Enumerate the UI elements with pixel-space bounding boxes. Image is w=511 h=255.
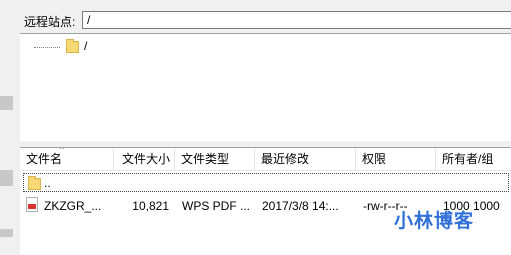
column-header-permissions[interactable]: 权限 (356, 148, 436, 170)
remote-directory-tree: / (20, 33, 511, 142)
scrollbar-thumb[interactable] (0, 229, 13, 237)
left-pane-scrollbar[interactable] (0, 0, 14, 255)
remote-file-list: ^ 文件名 文件大小 文件类型 最近修改 权限 所有者/组 .. ZKZGR_.… (20, 147, 511, 255)
column-header-size[interactable]: 文件大小 (114, 148, 175, 170)
remote-site-bar: 远程站点: / (20, 10, 511, 32)
column-header-owner[interactable]: 所有者/组 (436, 148, 511, 170)
sort-ascending-icon: ^ (60, 148, 64, 154)
scrollbar-thumb[interactable] (0, 170, 13, 186)
column-header-label: 文件名 (26, 152, 63, 166)
scrollbar-thumb[interactable] (0, 96, 13, 110)
remote-path-input[interactable]: / (82, 11, 511, 29)
column-header-label: 最近修改 (261, 152, 310, 166)
column-header-label: 所有者/组 (442, 152, 494, 166)
column-header-label: 权限 (362, 152, 387, 166)
folder-icon (28, 176, 41, 190)
remote-site-label: 远程站点: (24, 15, 76, 29)
ftp-remote-panel: 远程站点: / / ^ 文件名 文件大小 文件类型 最近修改 权限 所有者/组 … (0, 0, 511, 255)
file-name: .. (44, 176, 51, 190)
watermark-logo: 小林博客 (394, 210, 475, 232)
column-header-modified[interactable]: 最近修改 (255, 148, 356, 170)
tree-connector-line (34, 47, 60, 49)
list-item-parent-directory[interactable]: .. (20, 173, 511, 193)
file-modified: 2017/3/8 14:... (262, 199, 339, 213)
file-name: ZKZGR_... (44, 199, 102, 213)
column-header-name[interactable]: ^ 文件名 (20, 148, 114, 170)
folder-icon (66, 39, 79, 53)
file-type: WPS PDF ... (182, 199, 251, 213)
file-list-header: ^ 文件名 文件大小 文件类型 最近修改 权限 所有者/组 (20, 148, 511, 171)
pdf-file-icon (26, 197, 38, 212)
file-size: 10,821 (132, 199, 169, 213)
column-header-label: 文件大小 (122, 152, 171, 166)
tree-item-root[interactable]: / (84, 39, 87, 53)
column-header-label: 文件类型 (181, 152, 230, 166)
column-header-type[interactable]: 文件类型 (175, 148, 255, 170)
focus-rectangle (23, 173, 509, 192)
